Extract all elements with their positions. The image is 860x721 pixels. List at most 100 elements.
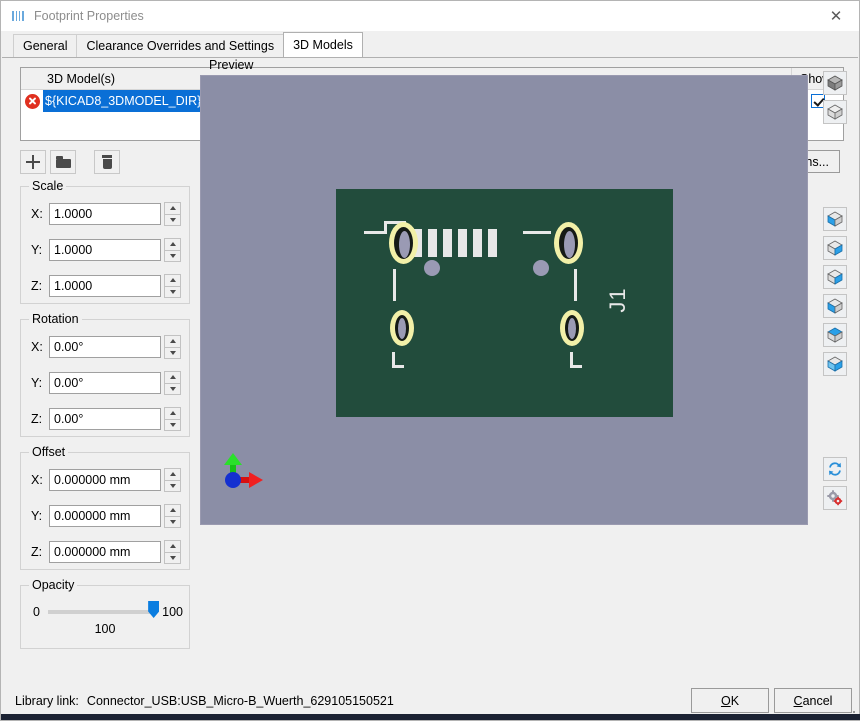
close-icon[interactable]: ✕ xyxy=(813,1,859,31)
opacity-slider-thumb[interactable] xyxy=(148,601,160,618)
library-link: Library link: Connector_USB:USB_Micro-B_… xyxy=(15,694,394,708)
rotation-z-input[interactable] xyxy=(49,408,161,430)
offset-y-row: Y: xyxy=(31,504,181,528)
scale-x-input[interactable] xyxy=(49,203,161,225)
cancel-mnemonic: C xyxy=(793,693,803,708)
bottom-view-icon[interactable] xyxy=(823,352,847,376)
rotation-x-stepper[interactable] xyxy=(164,335,181,359)
tab-clearance-overrides[interactable]: Clearance Overrides and Settings xyxy=(76,34,285,57)
ok-button[interactable]: OK xyxy=(691,688,769,713)
library-link-value: Connector_USB:USB_Micro-B_Wuerth_6291051… xyxy=(86,694,394,708)
scale-x-stepper[interactable] xyxy=(164,202,181,226)
rotation-y-label: Y: xyxy=(31,376,43,390)
rotation-x-label: X: xyxy=(31,340,43,354)
via-hole xyxy=(533,260,549,276)
scale-y-label: Y: xyxy=(31,243,43,257)
scale-y-stepper[interactable] xyxy=(164,238,181,262)
offset-z-stepper-up[interactable] xyxy=(164,540,181,552)
offset-x-stepper-down[interactable] xyxy=(164,479,181,492)
rotation-x-stepper-down[interactable] xyxy=(164,346,181,359)
scale-z-input[interactable] xyxy=(49,275,161,297)
offset-x-stepper-up[interactable] xyxy=(164,468,181,480)
silk-line xyxy=(523,231,551,234)
silk-fin xyxy=(443,229,452,257)
top-view-icon[interactable] xyxy=(823,323,847,347)
offset-z-stepper-down[interactable] xyxy=(164,551,181,564)
rotation-y-stepper-down[interactable] xyxy=(164,382,181,395)
scale-x-stepper-up[interactable] xyxy=(164,202,181,214)
back-view-icon[interactable] xyxy=(823,236,847,260)
offset-y-stepper-up[interactable] xyxy=(164,504,181,516)
scale-x-stepper-down[interactable] xyxy=(164,213,181,226)
rotation-z-row: Z: xyxy=(31,407,181,431)
scale-group-title: Scale xyxy=(29,179,67,193)
tab-general[interactable]: General xyxy=(13,34,78,57)
right-view-icon[interactable] xyxy=(823,294,847,318)
offset-x-stepper[interactable] xyxy=(164,468,181,492)
isometric-view-icon[interactable] xyxy=(823,71,847,95)
opacity-max-label: 100 xyxy=(162,605,183,619)
scale-z-stepper-up[interactable] xyxy=(164,274,181,286)
scale-y-input[interactable] xyxy=(49,239,161,261)
rotation-x-stepper-up[interactable] xyxy=(164,335,181,347)
rotation-group-title: Rotation xyxy=(29,312,82,326)
scale-z-stepper-down[interactable] xyxy=(164,285,181,298)
rotation-y-stepper-up[interactable] xyxy=(164,371,181,383)
scale-y-row: Y: xyxy=(31,238,181,262)
offset-y-input[interactable] xyxy=(49,505,161,527)
delete-model-button[interactable] xyxy=(94,150,120,174)
opacity-slider[interactable] xyxy=(47,601,160,618)
front-view-icon[interactable] xyxy=(823,207,847,231)
offset-z-input[interactable] xyxy=(49,541,161,563)
silk-fin xyxy=(458,229,467,257)
offset-z-stepper[interactable] xyxy=(164,540,181,564)
preview-label: Preview xyxy=(209,58,254,72)
title-bar: Footprint Properties ✕ xyxy=(1,1,859,32)
opacity-value-label: 100 xyxy=(94,622,116,636)
preferences-gear-icon[interactable] xyxy=(823,486,847,510)
pad-barrel xyxy=(568,318,576,339)
window-title: Footprint Properties xyxy=(34,9,144,23)
silk-line xyxy=(393,269,396,301)
rotation-x-input[interactable] xyxy=(49,336,161,358)
offset-x-input[interactable] xyxy=(49,469,161,491)
rotation-z-stepper[interactable] xyxy=(164,407,181,431)
ok-mnemonic: O xyxy=(720,693,731,708)
tab-3d-models[interactable]: 3D Models xyxy=(283,32,363,57)
scale-y-stepper-down[interactable] xyxy=(164,249,181,262)
silk-line xyxy=(574,269,577,301)
scale-group: Scale X: Y: Z: xyxy=(20,179,190,304)
scale-z-label: Z: xyxy=(31,279,43,293)
pad-barrel xyxy=(564,231,575,258)
offset-x-row: X: xyxy=(31,468,181,492)
rotation-y-stepper[interactable] xyxy=(164,371,181,395)
refdes-label: J1 xyxy=(605,287,630,313)
cancel-button[interactable]: Cancel xyxy=(774,688,852,713)
scale-x-label: X: xyxy=(31,207,43,221)
x-axis-arrow xyxy=(239,472,263,488)
silk-fin xyxy=(488,229,497,257)
library-link-label: Library link: xyxy=(15,694,79,708)
refresh-icon[interactable] xyxy=(823,457,847,481)
rotation-z-label: Z: xyxy=(31,412,43,426)
offset-y-label: Y: xyxy=(31,509,43,523)
ok-rest: K xyxy=(730,693,740,708)
footprint-icon xyxy=(10,8,26,24)
add-model-button[interactable] xyxy=(20,150,46,174)
rotation-z-stepper-up[interactable] xyxy=(164,407,181,419)
pcb-board: J1 xyxy=(336,189,673,417)
bottom-isometric-view-icon[interactable] xyxy=(823,100,847,124)
offset-y-stepper[interactable] xyxy=(164,504,181,528)
left-view-icon[interactable] xyxy=(823,265,847,289)
scale-y-stepper-up[interactable] xyxy=(164,238,181,250)
browse-folder-button[interactable] xyxy=(50,150,76,174)
tab-page-3d-models: 3D Model(s) Show ${KICAD8_3DMODEL_DIR}/C… xyxy=(2,57,858,684)
rotation-z-stepper-down[interactable] xyxy=(164,418,181,431)
rotation-y-input[interactable] xyxy=(49,372,161,394)
offset-y-stepper-down[interactable] xyxy=(164,515,181,528)
taskbar-edge xyxy=(1,714,860,720)
offset-z-label: Z: xyxy=(31,545,43,559)
pad-barrel xyxy=(398,318,406,339)
3d-preview-canvas[interactable]: J1 xyxy=(200,75,808,525)
scale-z-stepper[interactable] xyxy=(164,274,181,298)
